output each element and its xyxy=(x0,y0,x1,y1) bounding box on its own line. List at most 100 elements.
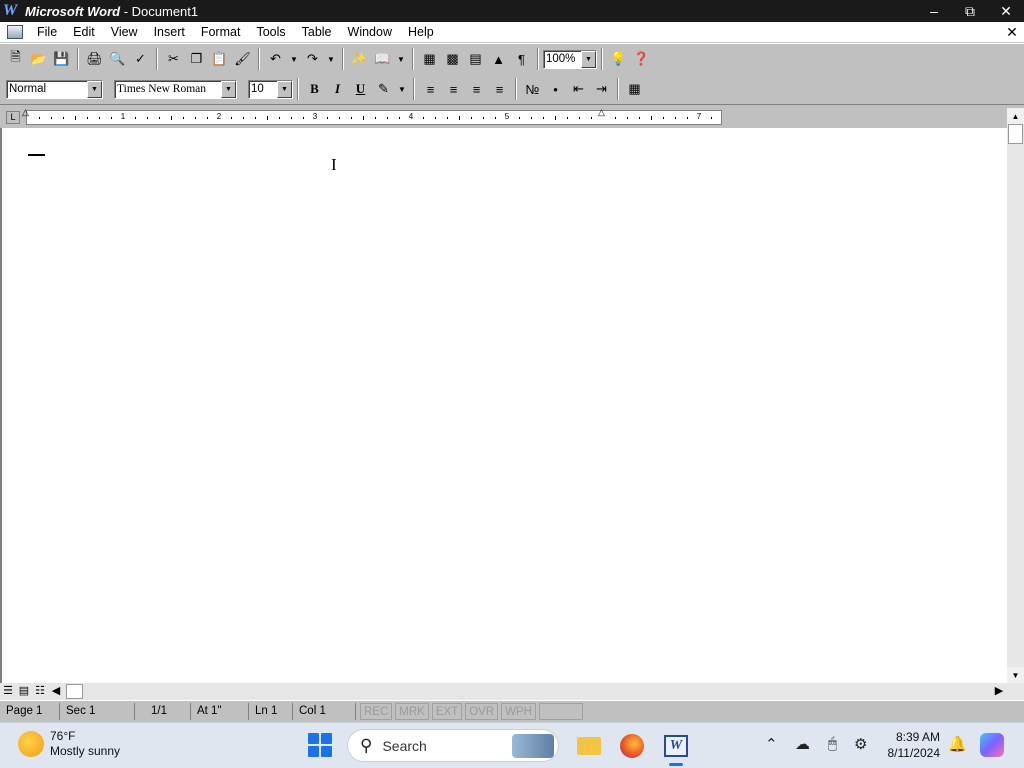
scroll-up-icon[interactable]: ▲ xyxy=(1007,108,1024,124)
new-document-icon[interactable]: 🗎 xyxy=(4,48,27,70)
align-center-icon[interactable]: ≡ xyxy=(442,78,465,100)
cut-icon[interactable]: ✂ xyxy=(162,48,185,70)
chevron-down-icon[interactable]: ▼ xyxy=(87,80,102,98)
menu-edit[interactable]: Edit xyxy=(65,22,103,43)
left-indent-marker-icon[interactable]: △ xyxy=(22,107,29,118)
menu-insert[interactable]: Insert xyxy=(146,22,193,43)
insert-spreadsheet-icon[interactable]: ▩ xyxy=(441,48,464,70)
network-icon[interactable]: ⚙ xyxy=(854,735,867,753)
italic-button[interactable]: I xyxy=(326,78,349,100)
menu-table[interactable]: Table xyxy=(294,22,340,43)
highlight-dropdown-icon[interactable]: ▼ xyxy=(395,78,409,100)
file-explorer-button[interactable] xyxy=(574,731,604,761)
display-icon[interactable]: 🖱 xyxy=(828,735,837,752)
start-button[interactable] xyxy=(308,733,332,757)
align-left-icon[interactable]: ≡ xyxy=(419,78,442,100)
style-select[interactable]: Normal ▼ xyxy=(6,79,103,99)
onedrive-icon[interactable]: ☁ xyxy=(795,735,810,753)
document-name: - Document1 xyxy=(120,3,199,19)
chevron-down-icon[interactable]: ▼ xyxy=(277,80,292,98)
tip-wizard-icon[interactable]: 💡 xyxy=(607,48,630,70)
font-select[interactable]: Times New Roman ▼ xyxy=(114,79,237,99)
vertical-scrollbar[interactable]: ▲ ▼ xyxy=(1007,108,1024,683)
scroll-left-icon[interactable]: ◀ xyxy=(48,684,64,699)
toolbar-separator xyxy=(413,78,415,100)
chevron-up-icon[interactable]: ⌃ xyxy=(765,735,778,753)
notification-bell-icon[interactable]: 🔔 xyxy=(948,735,967,753)
zoom-select[interactable]: 100% ▼ xyxy=(543,49,597,69)
menu-format[interactable]: Format xyxy=(193,22,249,43)
spelling-icon[interactable]: ✓ xyxy=(129,48,152,70)
word-app-icon[interactable]: W xyxy=(3,2,21,20)
numbered-list-icon[interactable]: № xyxy=(521,78,544,100)
help-pointer-icon[interactable]: ❓ xyxy=(630,48,653,70)
status-ext[interactable]: EXT xyxy=(431,703,463,720)
chevron-down-icon[interactable]: ▼ xyxy=(221,80,236,98)
normal-view-icon[interactable]: ☰ xyxy=(0,684,16,699)
menu-help[interactable]: Help xyxy=(400,22,442,43)
bulleted-list-icon[interactable]: • xyxy=(544,78,567,100)
chevron-down-icon[interactable]: ▼ xyxy=(581,50,596,68)
menu-window[interactable]: Window xyxy=(340,22,400,43)
show-paragraph-marks-icon[interactable]: ¶ xyxy=(510,48,533,70)
open-folder-icon[interactable]: 📂 xyxy=(27,48,50,70)
ruler-tick xyxy=(63,117,64,119)
minimize-button[interactable]: – xyxy=(916,0,952,22)
save-icon[interactable]: 💾 xyxy=(50,48,73,70)
firefox-button[interactable] xyxy=(617,731,647,761)
horizontal-scroll-thumb[interactable] xyxy=(66,684,83,699)
tab-stop-selector[interactable]: L xyxy=(6,111,20,124)
print-preview-icon[interactable]: 🔍 xyxy=(106,48,129,70)
drawing-icon[interactable]: ▲ xyxy=(487,48,510,70)
weather-widget[interactable]: 76°F Mostly sunny xyxy=(18,729,120,759)
horizontal-ruler[interactable]: 1 2 3 4 5 7 △ △ xyxy=(22,107,722,125)
font-size-select[interactable]: 10 ▼ xyxy=(248,79,293,99)
right-indent-marker-icon[interactable]: △ xyxy=(598,107,605,118)
document-icon[interactable] xyxy=(7,25,23,39)
status-mrk[interactable]: MRK xyxy=(395,703,429,720)
autoformat-icon[interactable]: ✨ xyxy=(348,48,371,70)
scroll-down-icon[interactable]: ▼ xyxy=(1007,667,1024,683)
paste-icon[interactable]: 📋 xyxy=(208,48,231,70)
copilot-icon[interactable] xyxy=(980,733,1004,757)
document-editing-area[interactable]: I xyxy=(0,128,1007,683)
print-icon[interactable]: 🖨 xyxy=(83,48,106,70)
redo-dropdown-icon[interactable]: ▼ xyxy=(324,48,338,70)
autotext-icon[interactable]: 📖 xyxy=(371,48,394,70)
scroll-right-icon[interactable]: ▶ xyxy=(991,684,1007,699)
autotext-dropdown-icon[interactable]: ▼ xyxy=(394,48,408,70)
menu-tools[interactable]: Tools xyxy=(248,22,293,43)
restore-button[interactable]: ⧉ xyxy=(952,0,988,22)
menu-file[interactable]: File xyxy=(29,22,65,43)
copy-icon[interactable]: ❐ xyxy=(185,48,208,70)
taskbar-clock[interactable]: 8:39 AM 8/11/2024 xyxy=(878,729,941,761)
close-button[interactable]: ✕ xyxy=(988,0,1024,22)
undo-icon[interactable]: ↶ xyxy=(264,48,287,70)
justify-icon[interactable]: ≡ xyxy=(488,78,511,100)
horizontal-scrollbar[interactable]: ☰ ▤ ☷ ◀ ▶ xyxy=(0,683,1024,700)
highlight-icon[interactable]: ✎ xyxy=(372,78,395,100)
status-ovr[interactable]: OVR xyxy=(465,703,499,720)
increase-indent-icon[interactable]: ⇥ xyxy=(590,78,613,100)
columns-icon[interactable]: ▤ xyxy=(464,48,487,70)
status-wph[interactable]: WPH xyxy=(501,703,536,720)
borders-icon[interactable]: ▦ xyxy=(623,78,646,100)
toolbar-separator xyxy=(156,48,158,70)
redo-icon[interactable]: ↷ xyxy=(301,48,324,70)
word-taskbar-button[interactable]: W xyxy=(661,731,691,766)
underline-button[interactable]: U xyxy=(349,78,372,100)
outline-view-icon[interactable]: ☷ xyxy=(32,684,48,699)
taskbar-search-box[interactable]: ⚲ Search xyxy=(347,729,559,762)
page-layout-view-icon[interactable]: ▤ xyxy=(16,684,32,699)
bold-button[interactable]: B xyxy=(303,78,326,100)
close-document-button[interactable]: ✕ xyxy=(1004,24,1020,40)
status-rec[interactable]: REC xyxy=(360,703,393,720)
insert-table-icon[interactable]: ▦ xyxy=(418,48,441,70)
vertical-scroll-thumb[interactable] xyxy=(1008,124,1023,144)
toolbar-separator xyxy=(258,48,260,70)
decrease-indent-icon[interactable]: ⇤ xyxy=(567,78,590,100)
align-right-icon[interactable]: ≡ xyxy=(465,78,488,100)
undo-dropdown-icon[interactable]: ▼ xyxy=(287,48,301,70)
menu-view[interactable]: View xyxy=(103,22,146,43)
format-painter-icon[interactable]: 🖌 xyxy=(231,48,254,70)
